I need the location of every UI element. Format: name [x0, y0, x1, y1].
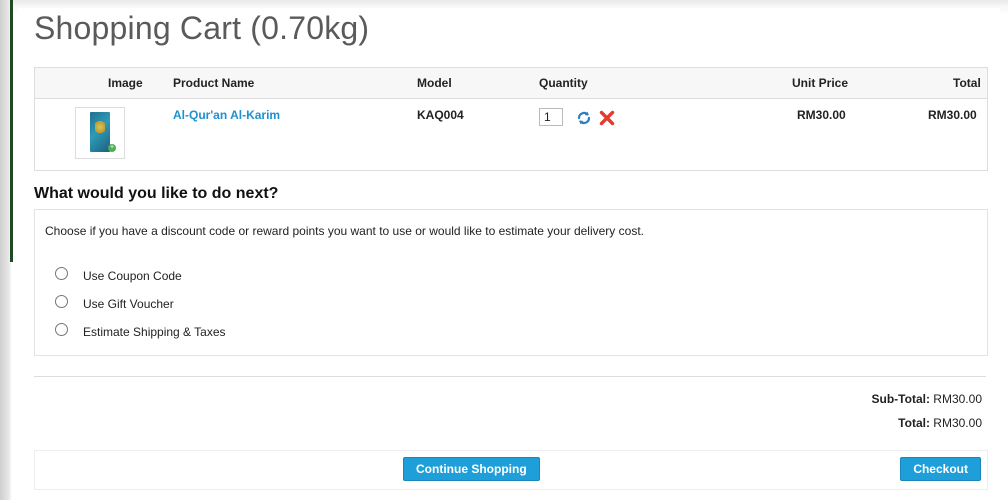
refresh-icon[interactable] — [575, 109, 593, 127]
line-total: RM30.00 — [928, 108, 977, 122]
total-row: Total: RM30.00 — [872, 416, 982, 440]
shipping-radio[interactable] — [55, 323, 68, 336]
voucher-label: Use Gift Voucher — [83, 297, 174, 311]
continue-shopping-button[interactable]: Continue Shopping — [403, 457, 540, 481]
coupon-radio[interactable] — [55, 267, 68, 280]
total-value: RM30.00 — [933, 416, 982, 430]
header-model: Model — [417, 76, 452, 90]
shipping-label: Estimate Shipping & Taxes — [83, 325, 226, 339]
header-image: Image — [108, 76, 143, 90]
product-name-link[interactable]: Al-Qur'an Al-Karim — [173, 108, 280, 122]
unit-price: RM30.00 — [797, 108, 846, 122]
total-label: Total: — [898, 416, 930, 430]
order-totals: Sub-Total: RM30.00 Total: RM30.00 — [872, 392, 982, 440]
cart-table-header: Image Product Name Model Quantity Unit P… — [35, 68, 987, 99]
coupon-label: Use Coupon Code — [83, 269, 182, 283]
left-accent — [0, 0, 13, 500]
next-steps-panel: Choose if you have a discount code or re… — [34, 209, 988, 356]
section-divider — [34, 376, 986, 377]
next-steps-description: Choose if you have a discount code or re… — [45, 224, 644, 238]
left-accent-bar — [10, 0, 13, 262]
next-steps-heading: What would you like to do next? — [34, 185, 279, 202]
cart-row: + Al-Qur'an Al-Karim KAQ004 RM30.00 RM30… — [35, 99, 987, 169]
product-thumbnail[interactable]: + — [75, 107, 125, 159]
book-image — [90, 112, 110, 152]
subtotal-label: Sub-Total: — [871, 392, 930, 406]
header-unit-price: Unit Price — [792, 76, 849, 90]
header-total: Total — [953, 76, 981, 90]
quantity-input[interactable] — [539, 108, 563, 126]
zoom-plus-icon: + — [108, 144, 116, 152]
checkout-button[interactable]: Checkout — [900, 457, 981, 481]
cart-content: Shopping Cart (0.70kg) Image Product Nam… — [18, 8, 1000, 498]
page-title: Shopping Cart (0.70kg) — [34, 10, 370, 46]
cart-table: Image Product Name Model Quantity Unit P… — [34, 67, 988, 171]
header-quantity: Quantity — [539, 76, 588, 90]
subtotal-value: RM30.00 — [933, 392, 982, 406]
remove-icon[interactable] — [598, 109, 616, 127]
cart-buttons: Continue Shopping Checkout — [34, 450, 988, 490]
product-model: KAQ004 — [417, 108, 464, 122]
header-product-name: Product Name — [173, 76, 255, 90]
voucher-radio[interactable] — [55, 295, 68, 308]
subtotal-row: Sub-Total: RM30.00 — [872, 392, 982, 416]
